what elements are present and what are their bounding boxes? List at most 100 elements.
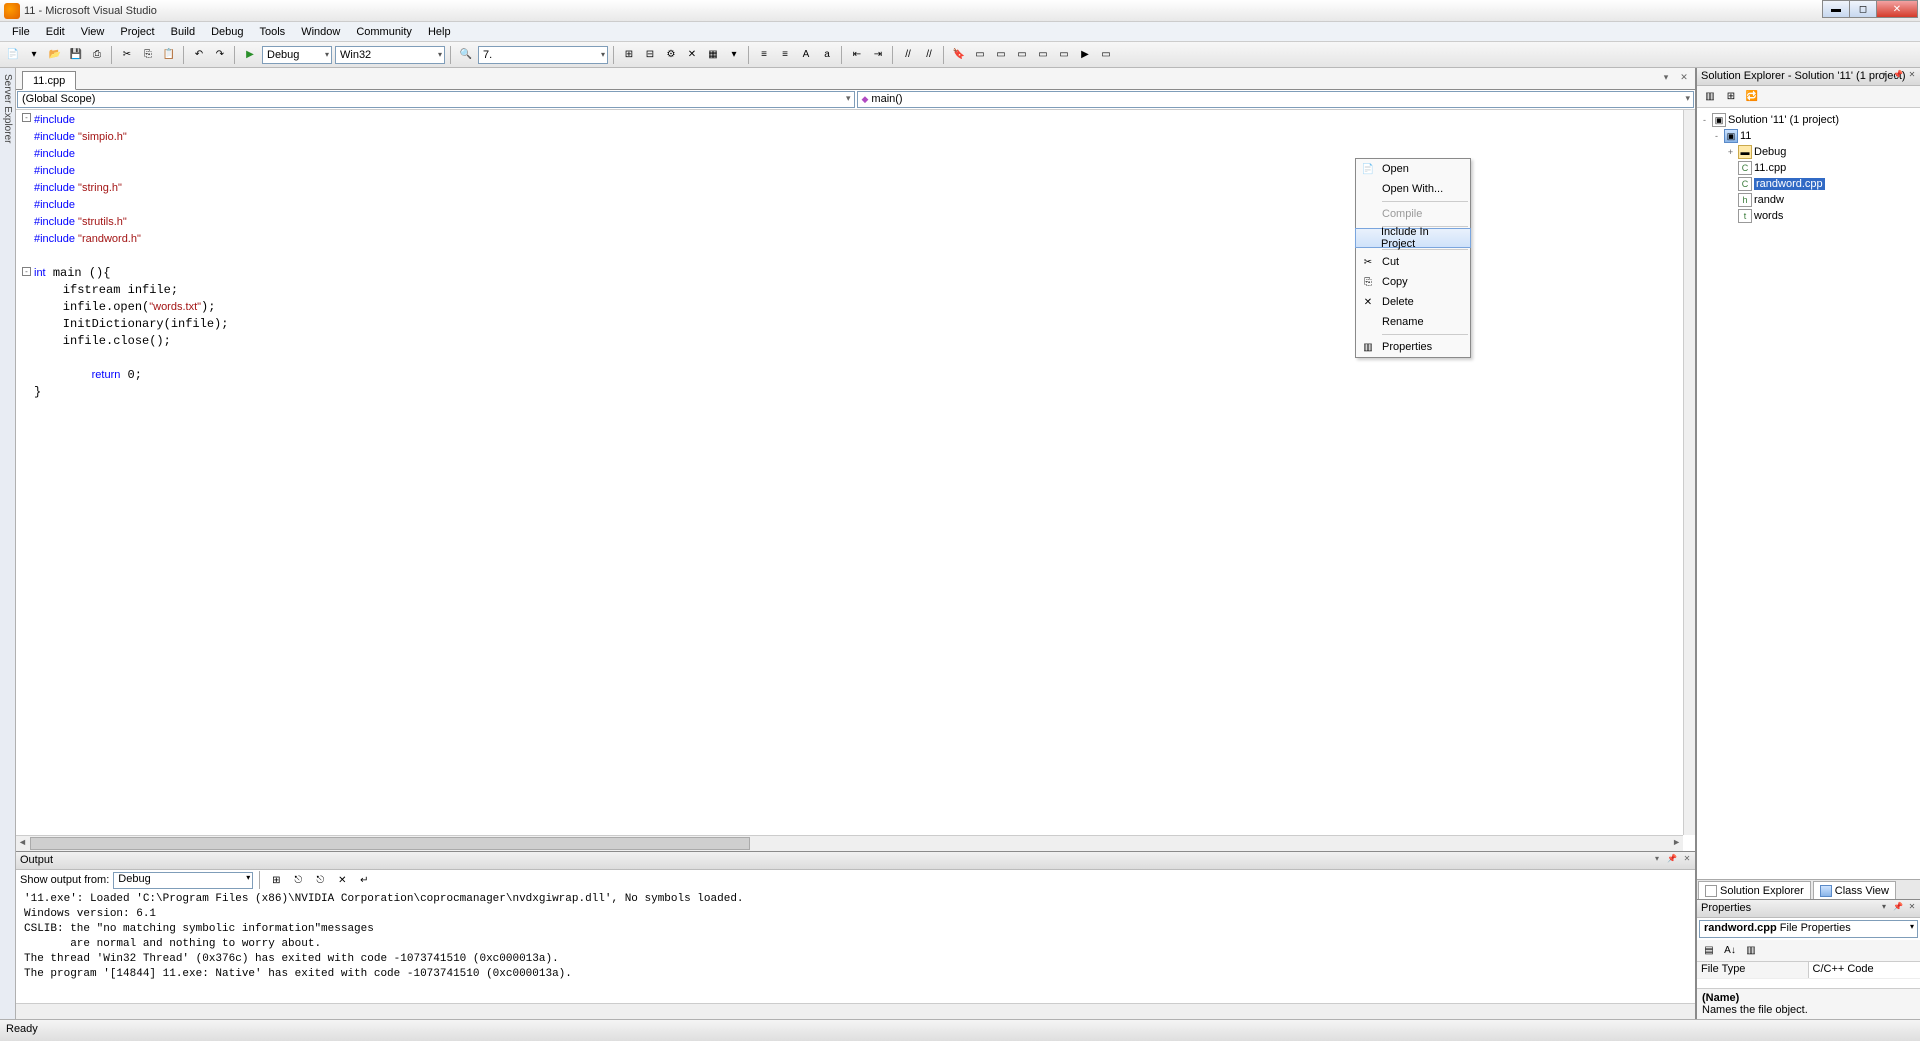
menu-view[interactable]: View [73,24,113,40]
tab-solution-explorer[interactable]: Solution Explorer [1698,881,1811,899]
tab-close-button[interactable]: ✕ [1677,72,1691,86]
ctx-rename[interactable]: Rename [1356,312,1470,332]
comment-button[interactable]: // [899,46,917,64]
ctx-cut[interactable]: ✂Cut [1356,252,1470,272]
tree-item-randword-h[interactable]: randw [1754,194,1784,206]
menu-file[interactable]: File [4,24,38,40]
copy-button[interactable]: ⎘ [139,46,157,64]
tree-item-words-txt[interactable]: words [1754,210,1783,222]
menu-window[interactable]: Window [293,24,348,40]
output-clear-button[interactable]: ✕ [333,871,351,889]
output-text[interactable]: '11.exe': Loaded 'C:\Program Files (x86)… [16,890,1695,1003]
save-button[interactable]: 💾 [67,46,85,64]
tb-btn-10[interactable]: a [818,46,836,64]
tb-btn-e6[interactable]: ▶ [1076,46,1094,64]
tb-btn-e1[interactable]: ▭ [971,46,989,64]
output-btn-3[interactable]: ⎋ [311,871,329,889]
save-all-button[interactable]: ⎙ [88,46,106,64]
find-icon[interactable]: 🔍 [457,46,475,64]
tb-btn-e3[interactable]: ▭ [1013,46,1031,64]
editor-hscrollbar[interactable] [16,835,1683,851]
tab-class-view[interactable]: Class View [1813,881,1896,899]
uncomment-button[interactable]: // [920,46,938,64]
ctx-open-with[interactable]: Open With... [1356,179,1470,199]
props-pages-button[interactable]: ▥ [1742,942,1760,960]
menu-tools[interactable]: Tools [252,24,294,40]
outline-toggle-icon[interactable]: - [22,267,31,276]
se-close-button[interactable]: ✕ [1906,70,1918,82]
platform-combo[interactable]: Win32 [335,46,445,64]
props-object-combo[interactable]: randword.cpp File Properties [1699,920,1918,938]
tb-btn-6[interactable]: ▾ [725,46,743,64]
tb-btn-9[interactable]: A [797,46,815,64]
tb-btn-1[interactable]: ⊞ [620,46,638,64]
props-close-button[interactable]: ✕ [1906,902,1918,914]
indent-out-button[interactable]: ⇤ [848,46,866,64]
config-combo[interactable]: Debug [262,46,332,64]
tb-btn-e7[interactable]: ▭ [1097,46,1115,64]
editor-vscrollbar[interactable] [1683,110,1695,835]
output-btn-2[interactable]: ⎋ [289,871,307,889]
output-pin-button[interactable]: 📌 [1666,854,1678,866]
tb-btn-7[interactable]: ≡ [755,46,773,64]
se-showall-button[interactable]: ⊞ [1722,88,1740,106]
doc-tab-11cpp[interactable]: 11.cpp [22,71,76,90]
tab-dropdown-button[interactable]: ▾ [1659,72,1673,86]
menu-help[interactable]: Help [420,24,459,40]
start-debug-button[interactable]: ▶ [241,46,259,64]
ctx-copy[interactable]: ⎘Copy [1356,272,1470,292]
menu-community[interactable]: Community [348,24,420,40]
props-az-button[interactable]: A↓ [1721,942,1739,960]
menu-edit[interactable]: Edit [38,24,73,40]
open-button[interactable]: 📂 [46,46,64,64]
tb-btn-e2[interactable]: ▭ [992,46,1010,64]
server-explorer-tab[interactable]: Server Explorer [0,68,16,1019]
new-project-button[interactable]: 📄 [4,46,22,64]
bookmark-button[interactable]: 🔖 [950,46,968,64]
tb-btn-e4[interactable]: ▭ [1034,46,1052,64]
minimize-button[interactable]: ▬ [1822,0,1850,18]
se-refresh-button[interactable]: 🔁 [1743,88,1761,106]
menu-debug[interactable]: Debug [203,24,251,40]
ctx-properties[interactable]: ▥Properties [1356,337,1470,357]
scope-combo[interactable]: (Global Scope) [17,91,855,108]
tb-btn-4[interactable]: ✕ [683,46,701,64]
menu-project[interactable]: Project [112,24,162,40]
tb-btn-e5[interactable]: ▭ [1055,46,1073,64]
output-source-combo[interactable]: Debug [113,872,253,889]
output-dropdown-button[interactable]: ▾ [1651,854,1663,866]
find-combo[interactable]: 7. [478,46,608,64]
props-cat-button[interactable]: ▤ [1700,942,1718,960]
paste-button[interactable]: 📋 [160,46,178,64]
props-grid[interactable]: File TypeC/C++ Code [1697,962,1920,988]
tb-btn-5[interactable]: ▦ [704,46,722,64]
tree-item-debug[interactable]: Debug [1754,146,1786,158]
se-dropdown-button[interactable]: ▾ [1878,70,1890,82]
redo-button[interactable]: ↷ [211,46,229,64]
menu-build[interactable]: Build [163,24,203,40]
close-button[interactable]: ✕ [1876,0,1918,18]
tree-item-11cpp[interactable]: 11.cpp [1754,162,1786,174]
undo-button[interactable]: ↶ [190,46,208,64]
cut-button[interactable]: ✂ [118,46,136,64]
se-properties-button[interactable]: ▥ [1701,88,1719,106]
ctx-delete[interactable]: ✕Delete [1356,292,1470,312]
output-btn-1[interactable]: ⊞ [267,871,285,889]
new-file-button[interactable]: ▾ [25,46,43,64]
output-hscrollbar[interactable] [16,1003,1695,1019]
ctx-include-in-project[interactable]: Include In Project [1355,228,1471,248]
solution-tree[interactable]: -▣Solution '11' (1 project) -▣11 +▬Debug… [1697,108,1920,879]
tb-btn-8[interactable]: ≡ [776,46,794,64]
indent-in-button[interactable]: ⇥ [869,46,887,64]
output-wrap-button[interactable]: ↵ [355,871,373,889]
tree-item-project[interactable]: 11 [1740,130,1751,142]
tb-btn-3[interactable]: ⚙ [662,46,680,64]
tb-btn-2[interactable]: ⊟ [641,46,659,64]
se-pin-button[interactable]: 📌 [1892,70,1904,82]
function-combo[interactable]: main() [857,91,1695,108]
tree-item-randword-cpp[interactable]: randword.cpp [1754,178,1825,190]
props-dropdown-button[interactable]: ▾ [1878,902,1890,914]
outline-toggle-icon[interactable]: - [22,113,31,122]
output-close-button[interactable]: ✕ [1681,854,1693,866]
ctx-open[interactable]: 📄Open [1356,159,1470,179]
